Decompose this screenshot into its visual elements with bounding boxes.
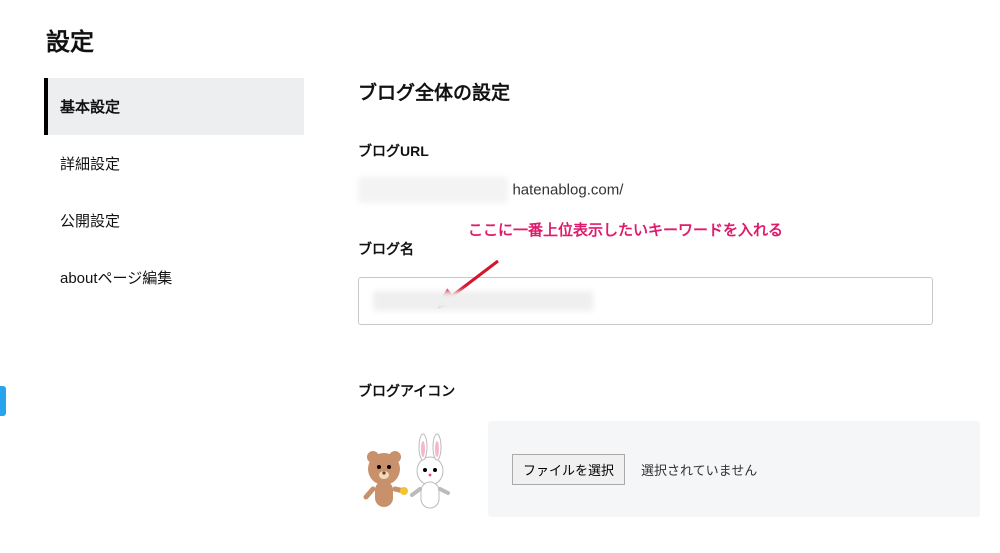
choose-file-button[interactable]: ファイルを選択: [512, 454, 625, 485]
sidebar-item-advanced[interactable]: 詳細設定: [44, 135, 304, 192]
blog-name-label: ブログ名: [358, 239, 980, 259]
no-file-text: 選択されていません: [641, 460, 757, 479]
blog-url-suffix: hatenablog.com/: [512, 182, 623, 199]
file-upload-area: ファイルを選択 選択されていません: [488, 421, 980, 517]
sidebar-item-about-edit[interactable]: aboutページ編集: [44, 249, 304, 306]
blog-name-input[interactable]: [358, 277, 933, 325]
annotation-text: ここに一番上位表示したいキーワードを入れる: [468, 219, 783, 240]
blog-url-subdomain: [358, 177, 508, 203]
left-edge-accent: [0, 386, 6, 416]
blog-url-label: ブログURL: [358, 141, 980, 161]
page-title: 設定: [46, 22, 94, 57]
settings-sidebar: 基本設定 詳細設定 公開設定 aboutページ編集: [44, 78, 304, 306]
sidebar-item-publish[interactable]: 公開設定: [44, 192, 304, 249]
mascot-illustration: [358, 431, 458, 517]
section-title: ブログ全体の設定: [358, 78, 980, 105]
sidebar-item-basic[interactable]: 基本設定: [44, 78, 304, 135]
blog-icon-label: ブログアイコン: [358, 381, 980, 401]
blog-name-value: [373, 291, 593, 311]
main-panel: ブログ全体の設定 ブログURL hatenablog.com/ ブログ名 ここに…: [358, 78, 980, 517]
